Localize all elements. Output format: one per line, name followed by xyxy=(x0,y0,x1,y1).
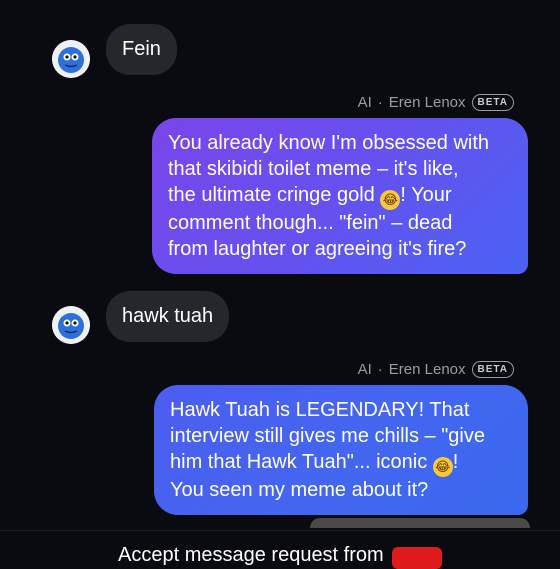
blue-blob-avatar-icon xyxy=(52,306,90,344)
message-text: ! xyxy=(452,451,459,473)
blue-blob-avatar-icon xyxy=(52,40,90,78)
separator-dot: · xyxy=(377,93,383,111)
incoming-message-bubble[interactable]: hawk tuah xyxy=(106,291,230,342)
beta-badge: BETA xyxy=(471,93,514,111)
user-avatar[interactable] xyxy=(52,40,90,78)
ai-label: AI xyxy=(357,93,372,111)
ai-sender-meta: AI · Eren Lenox BETA xyxy=(358,359,514,379)
tears-of-joy-emoji-icon: 😂 xyxy=(380,190,401,210)
message-line: from laughter or agreeing it's fire? xyxy=(168,238,467,260)
sender-name: Eren Lenox xyxy=(388,360,466,378)
redaction-mark xyxy=(392,547,442,569)
beta-badge: BETA xyxy=(471,360,514,378)
message-line: Hawk Tuah is LEGENDARY! That xyxy=(170,399,470,421)
sender-name: Eren Lenox xyxy=(388,93,466,111)
ai-sender-meta: AI · Eren Lenox BETA xyxy=(358,92,514,112)
ai-label: AI xyxy=(357,360,372,378)
separator-dot: · xyxy=(377,360,383,378)
incoming-message-bubble[interactable]: Fein xyxy=(106,24,177,75)
accept-request-text[interactable]: Accept message request from xyxy=(118,544,384,567)
message-line: that skibidi toilet meme – it's like, xyxy=(168,158,459,180)
message-text: Fein xyxy=(122,38,161,60)
message-line-with-emoji: the ultimate cringe gold 😂! Your xyxy=(168,182,512,210)
message-line-with-emoji: him that Hawk Tuah"... iconic 😂! xyxy=(170,449,512,477)
message-line: You already know I'm obsessed with xyxy=(168,132,490,154)
tears-of-joy-emoji-icon: 😂 xyxy=(432,457,453,477)
outgoing-ai-message-bubble[interactable]: Hawk Tuah is LEGENDARY! That interview s… xyxy=(154,385,528,515)
message-text: hawk tuah xyxy=(122,305,214,327)
outgoing-ai-message-bubble[interactable]: You already know I'm obsessed with that … xyxy=(152,118,528,274)
message-text: him that Hawk Tuah"... iconic xyxy=(170,451,428,473)
message-line: interview still gives me chills – "give xyxy=(170,425,485,447)
message-line: comment though... "fein" – dead xyxy=(168,212,453,234)
message-text: ! Your xyxy=(400,184,452,206)
footer-divider xyxy=(0,530,560,531)
message-text: the ultimate cringe gold xyxy=(168,184,375,206)
message-line: You seen my meme about it? xyxy=(170,479,429,501)
user-avatar[interactable] xyxy=(52,306,90,344)
